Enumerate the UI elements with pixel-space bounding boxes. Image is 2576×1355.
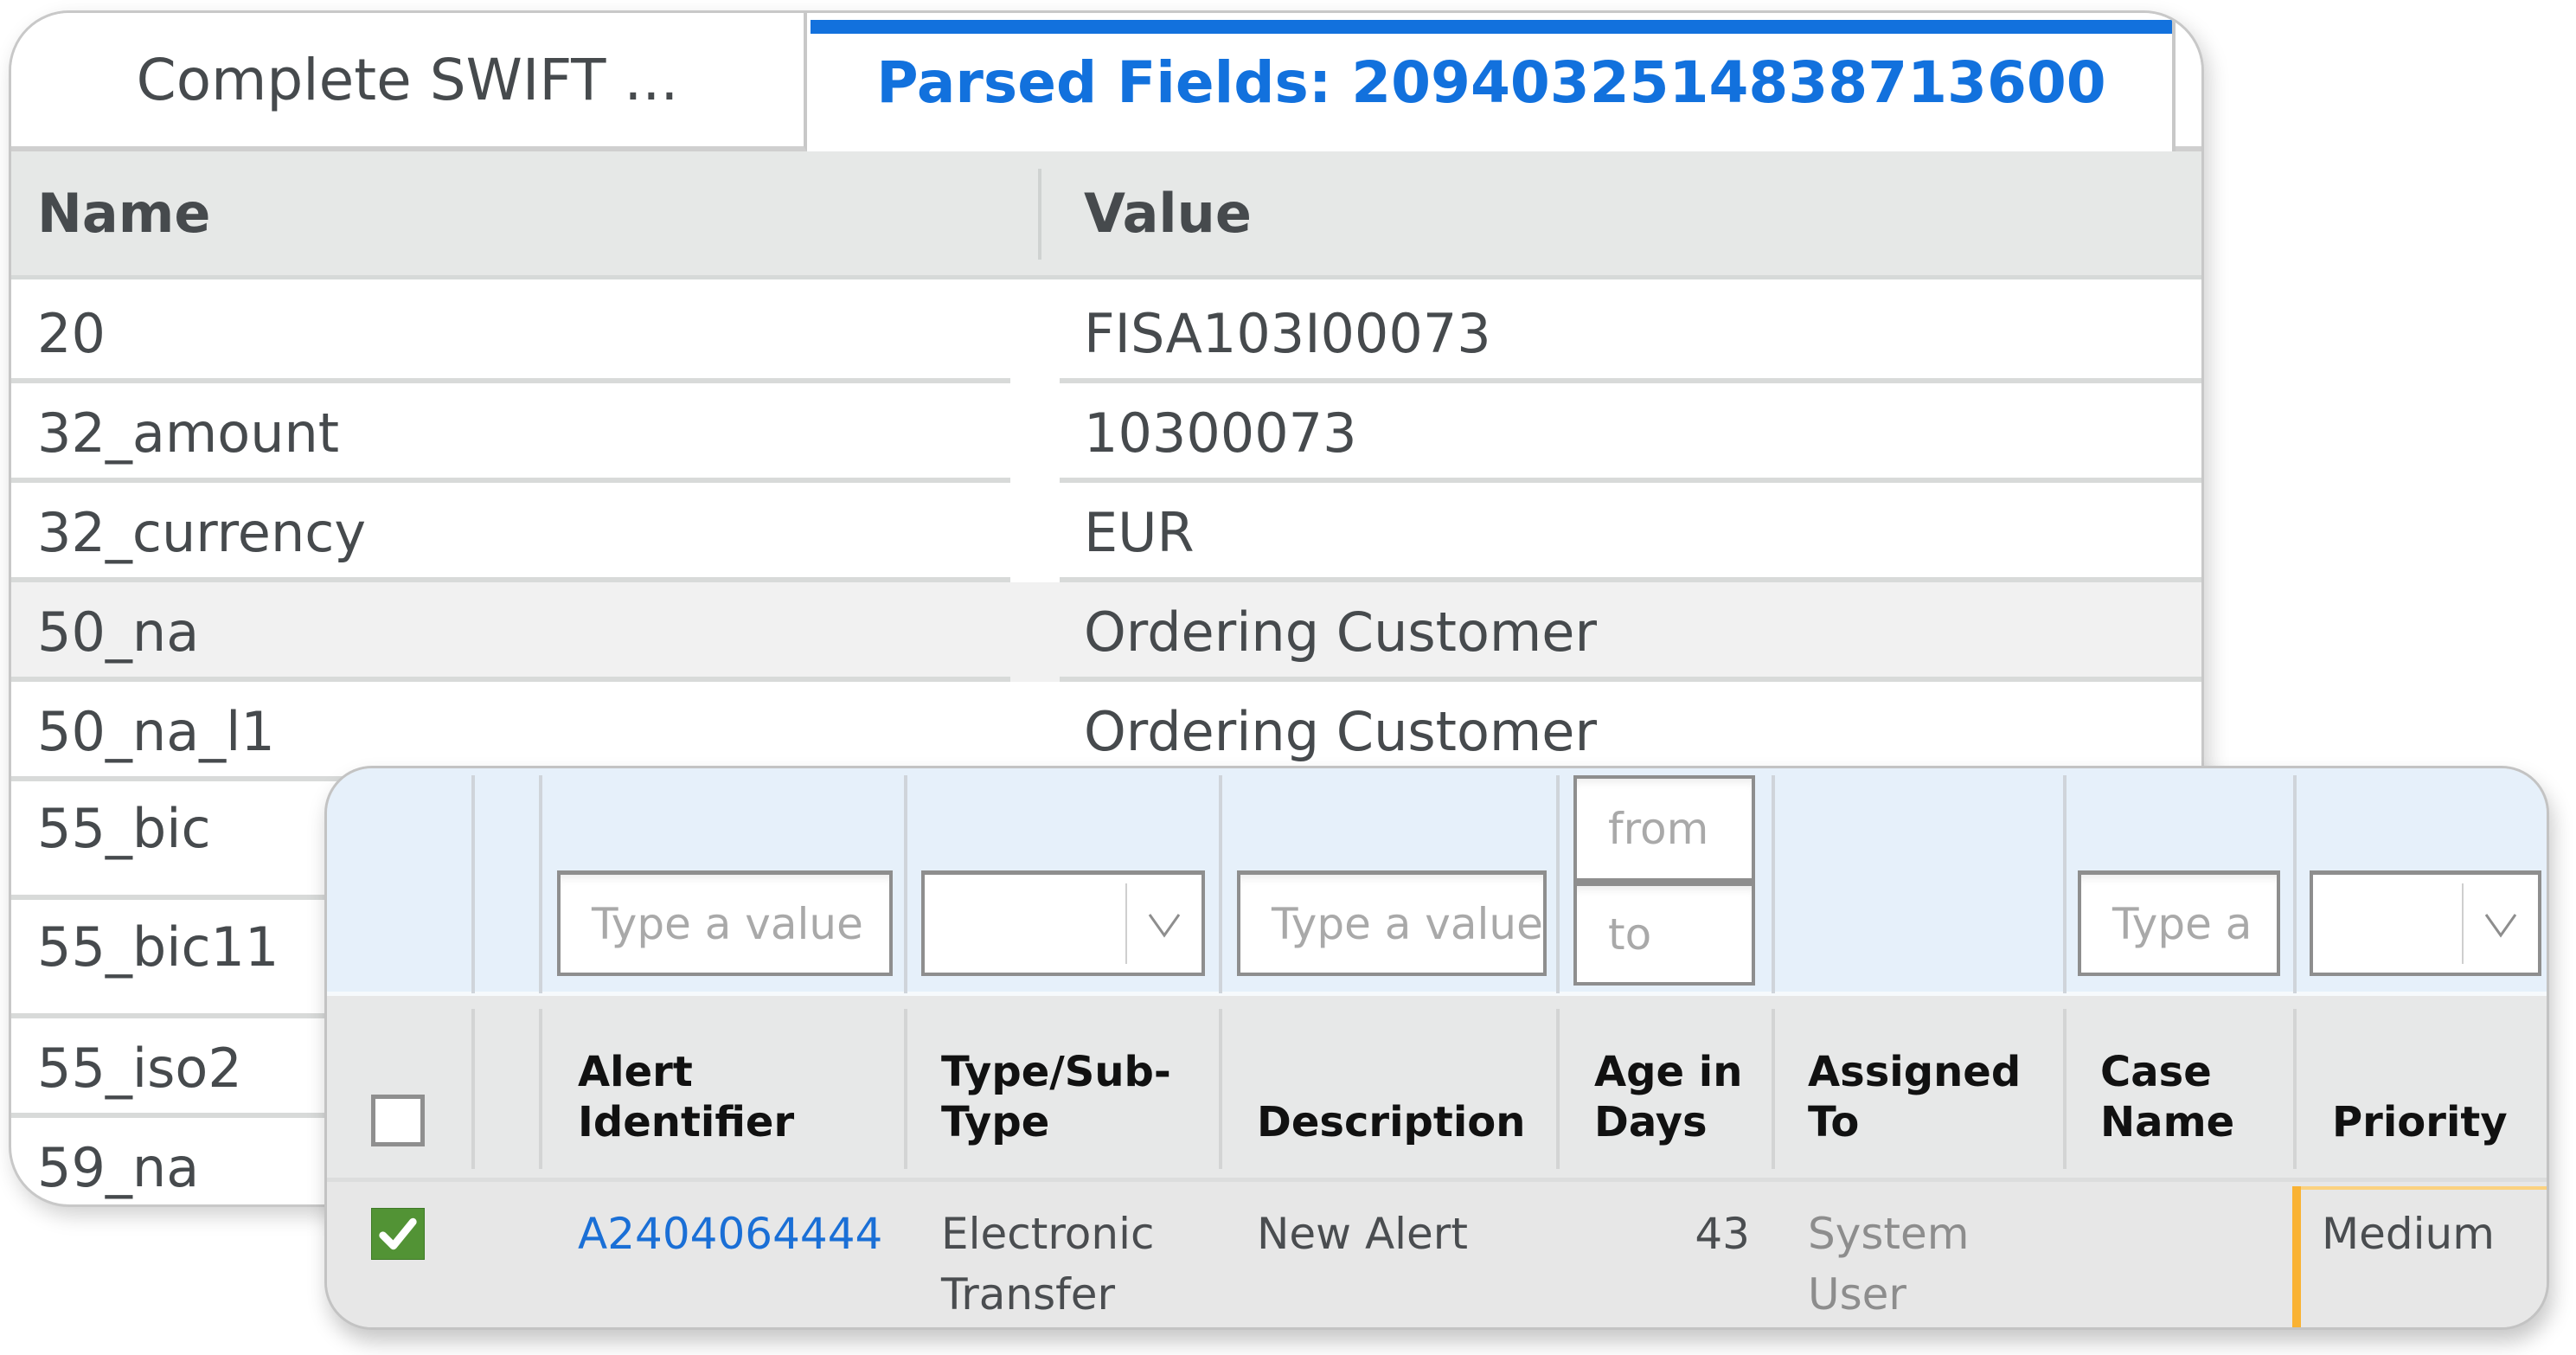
priority-indicator (2292, 1186, 2301, 1327)
column-header-alert-identifier[interactable]: Alert Identifier (578, 1000, 889, 1173)
priority-indicator-top (2301, 1186, 2547, 1190)
alerts-table-header: Alert Identifier Type/Sub-Type Descripti… (327, 1000, 2547, 1182)
placeholder: Type a value (1272, 898, 1543, 949)
tab-bar: Complete SWIFT ... Parsed Fields: 209403… (11, 13, 2201, 151)
table-row[interactable]: 20 FISA103I00073 (11, 284, 2201, 383)
field-name: 32_amount (37, 401, 340, 465)
select-all-checkbox[interactable] (371, 1095, 425, 1146)
column-divider[interactable] (471, 1009, 475, 1169)
column-divider[interactable] (1219, 1009, 1222, 1169)
column-divider (539, 775, 542, 993)
tab-label: Complete SWIFT ... (136, 46, 679, 113)
column-divider[interactable] (2063, 1009, 2067, 1169)
tab-parsed-fields[interactable]: Parsed Fields: 2094032514838713600 (811, 13, 2176, 151)
field-value: FISA103I00073 (1084, 302, 1491, 365)
column-divider (2063, 775, 2067, 993)
placeholder: Type a (2112, 898, 2252, 949)
column-header-priority[interactable]: Priority (2332, 1000, 2522, 1173)
field-value: EUR (1084, 501, 1195, 564)
field-name: 55_bic (37, 797, 211, 860)
assigned-to-cell: System User (1808, 1209, 1970, 1320)
placeholder: to (1608, 909, 1652, 960)
checkmark-icon (379, 1217, 417, 1250)
row-checkbox[interactable] (371, 1208, 425, 1260)
case-name-filter-input[interactable]: Type a (2078, 870, 2280, 976)
column-header-case-name[interactable]: Case Name (2100, 1000, 2256, 1173)
column-divider[interactable] (539, 1009, 542, 1169)
field-name: 55_bic11 (37, 915, 279, 979)
tab-complete-swift[interactable]: Complete SWIFT ... (11, 13, 807, 151)
column-divider[interactable] (904, 1009, 907, 1169)
field-name: 20 (37, 302, 106, 365)
tab-label: Parsed Fields: 2094032514838713600 (876, 48, 2106, 116)
column-header-name[interactable]: Name (37, 151, 210, 275)
age-range-filter: from to (1573, 775, 1755, 990)
column-resize-handle[interactable] (1038, 169, 1041, 260)
placeholder: Type a value (592, 898, 863, 949)
field-value: 10300073 (1084, 401, 1357, 465)
column-header-type-subtype[interactable]: Type/Sub-Type (941, 1000, 1171, 1173)
alerts-grid-panel: Type a value Type a value from to Type a (324, 766, 2549, 1330)
alert-identifier-filter-input[interactable]: Type a value (557, 870, 893, 976)
age-from-input[interactable]: from (1573, 775, 1755, 882)
field-name: 50_na_l1 (37, 700, 275, 763)
age-to-input[interactable]: to (1573, 879, 1755, 986)
field-value: Ordering Customer (1084, 600, 1597, 664)
field-name: 55_iso2 (37, 1037, 242, 1100)
field-name: 32_currency (37, 501, 367, 564)
table-row[interactable]: 50_na Ordering Customer (11, 582, 2201, 682)
placeholder: from (1608, 803, 1709, 854)
column-divider (1219, 775, 1222, 993)
column-header-assigned-to[interactable]: Assigned To (1808, 1000, 2021, 1173)
alert-identifier-link[interactable]: A2404064444 (578, 1204, 882, 1264)
age-in-days-cell: 43 (1695, 1209, 1750, 1259)
column-header-value[interactable]: Value (1084, 151, 1252, 275)
column-header-description[interactable]: Description (1257, 1000, 1551, 1173)
field-name: 50_na (37, 600, 200, 664)
column-header-age-in-days[interactable]: Age in Days (1594, 1000, 1767, 1173)
type-subtype-cell: Electronic Transfer (941, 1209, 1155, 1320)
column-divider[interactable] (2293, 1009, 2297, 1169)
column-divider (471, 775, 475, 993)
table-row[interactable]: 32_amount 10300073 (11, 383, 2201, 483)
column-divider (904, 775, 907, 993)
table-row[interactable]: 32_currency EUR (11, 483, 2201, 582)
priority-cell: Medium (2322, 1209, 2495, 1259)
type-filter-select[interactable] (921, 870, 1205, 976)
table-row[interactable]: A2404064444 Electronic Transfer New Aler… (327, 1186, 2547, 1327)
description-cell: New Alert (1257, 1209, 1468, 1259)
filter-row: Type a value Type a value from to Type a (327, 768, 2547, 996)
chevron-down-icon (1148, 914, 1181, 938)
priority-filter-select[interactable] (2310, 870, 2541, 976)
chevron-down-icon (2484, 914, 2517, 938)
select-divider (1125, 883, 1127, 964)
column-divider (2293, 775, 2297, 993)
table-header: Name Value (11, 151, 2201, 279)
field-name: 59_na (37, 1136, 200, 1199)
select-divider (2462, 883, 2464, 964)
column-divider (1772, 775, 1775, 993)
column-divider (1556, 775, 1560, 993)
column-divider[interactable] (1772, 1009, 1775, 1169)
column-divider[interactable] (1556, 1009, 1560, 1169)
description-filter-input[interactable]: Type a value (1237, 870, 1547, 976)
